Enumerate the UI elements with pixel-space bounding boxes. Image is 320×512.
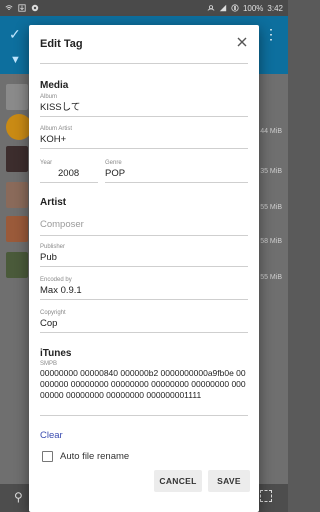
file-size: 44 MiB: [260, 128, 282, 135]
status-bar: 100% 3:42: [0, 0, 288, 16]
encoded-by-label: Encoded by: [40, 277, 72, 283]
section-composer-heading: Artist: [40, 197, 67, 208]
check-icon[interactable]: ✓: [9, 26, 21, 43]
encoded-by-value[interactable]: Max 0.9.1: [40, 284, 248, 297]
album-art: [6, 216, 28, 242]
copyright-field[interactable]: Copyright Cop: [40, 309, 248, 333]
wifi-icon: [5, 5, 13, 10]
select-icon[interactable]: [260, 490, 272, 502]
close-icon[interactable]: [235, 35, 249, 49]
genre-field[interactable]: Genre POP: [105, 159, 248, 183]
encoded-by-field[interactable]: Encoded by Max 0.9.1: [40, 276, 248, 300]
file-size: 58 MiB: [260, 238, 282, 245]
cast-icon: [207, 5, 215, 11]
composer-placeholder[interactable]: Composer: [40, 218, 248, 231]
battery-percent: 100%: [242, 3, 264, 13]
dialog-header: Edit Tag: [29, 25, 259, 63]
chevron-down-icon[interactable]: ▼: [10, 54, 21, 66]
file-size: 55 MiB: [260, 204, 282, 211]
smpb-field[interactable]: SMPB 00000000 00000840 000000b2 00000000…: [40, 360, 248, 416]
file-size: 35 MiB: [260, 168, 282, 175]
auto-rename-label: Auto file rename: [60, 451, 130, 462]
auto-rename-checkbox-row[interactable]: Auto file rename: [42, 451, 129, 462]
album-art: [6, 252, 28, 278]
composer-field[interactable]: Composer: [40, 218, 248, 236]
more-icon[interactable]: ⋮: [264, 26, 278, 43]
section-media: Media: [40, 80, 69, 91]
save-button[interactable]: SAVE: [208, 470, 250, 492]
search-icon[interactable]: ⚲: [14, 490, 23, 504]
section-itunes: iTunes: [40, 348, 72, 359]
file-size: 55 MiB: [260, 274, 282, 281]
cancel-button[interactable]: CANCEL: [154, 470, 202, 492]
divider: [40, 63, 248, 64]
publisher-label: Publisher: [40, 244, 66, 250]
copyright-value[interactable]: Cop: [40, 317, 248, 330]
edit-tag-dialog: Edit Tag Media Album KISSして Album Artist…: [29, 25, 259, 512]
notification-icon: [31, 4, 39, 12]
auto-rename-checkbox[interactable]: [42, 451, 53, 462]
album-field[interactable]: Album KISSして: [40, 93, 248, 117]
smpb-label: SMPB: [40, 361, 58, 367]
smpb-value[interactable]: 00000000 00000840 000000b2 0000000000a9f…: [40, 368, 248, 401]
download-icon: [18, 4, 26, 12]
genre-value[interactable]: POP: [105, 167, 248, 180]
genre-label: Genre: [105, 160, 122, 166]
album-artist-value[interactable]: KOH+: [40, 133, 248, 146]
year-label: Year: [40, 160, 53, 166]
album-value[interactable]: KISSして: [40, 101, 248, 114]
publisher-field[interactable]: Publisher Pub: [40, 243, 248, 267]
publisher-value[interactable]: Pub: [40, 251, 248, 264]
battery-icon: [231, 4, 239, 12]
folder-icon: [6, 84, 28, 110]
dialog-body[interactable]: Media Album KISSして Album Artist KOH+ Yea…: [40, 63, 248, 463]
clear-link[interactable]: Clear: [40, 430, 63, 441]
dialog-actions: CANCEL SAVE: [29, 466, 259, 512]
year-value[interactable]: 2008: [40, 167, 98, 180]
album-art: [6, 182, 28, 208]
album-label: Album: [40, 94, 58, 100]
clock: 3:42: [267, 3, 283, 13]
dialog-title: Edit Tag: [40, 38, 83, 50]
year-field[interactable]: Year 2008: [40, 159, 98, 183]
album-artist-field[interactable]: Album Artist KOH+: [40, 125, 248, 149]
album-artist-label: Album Artist: [40, 126, 73, 132]
album-art: [6, 146, 28, 172]
copyright-label: Copyright: [40, 310, 66, 316]
signal-icon: [219, 4, 227, 12]
